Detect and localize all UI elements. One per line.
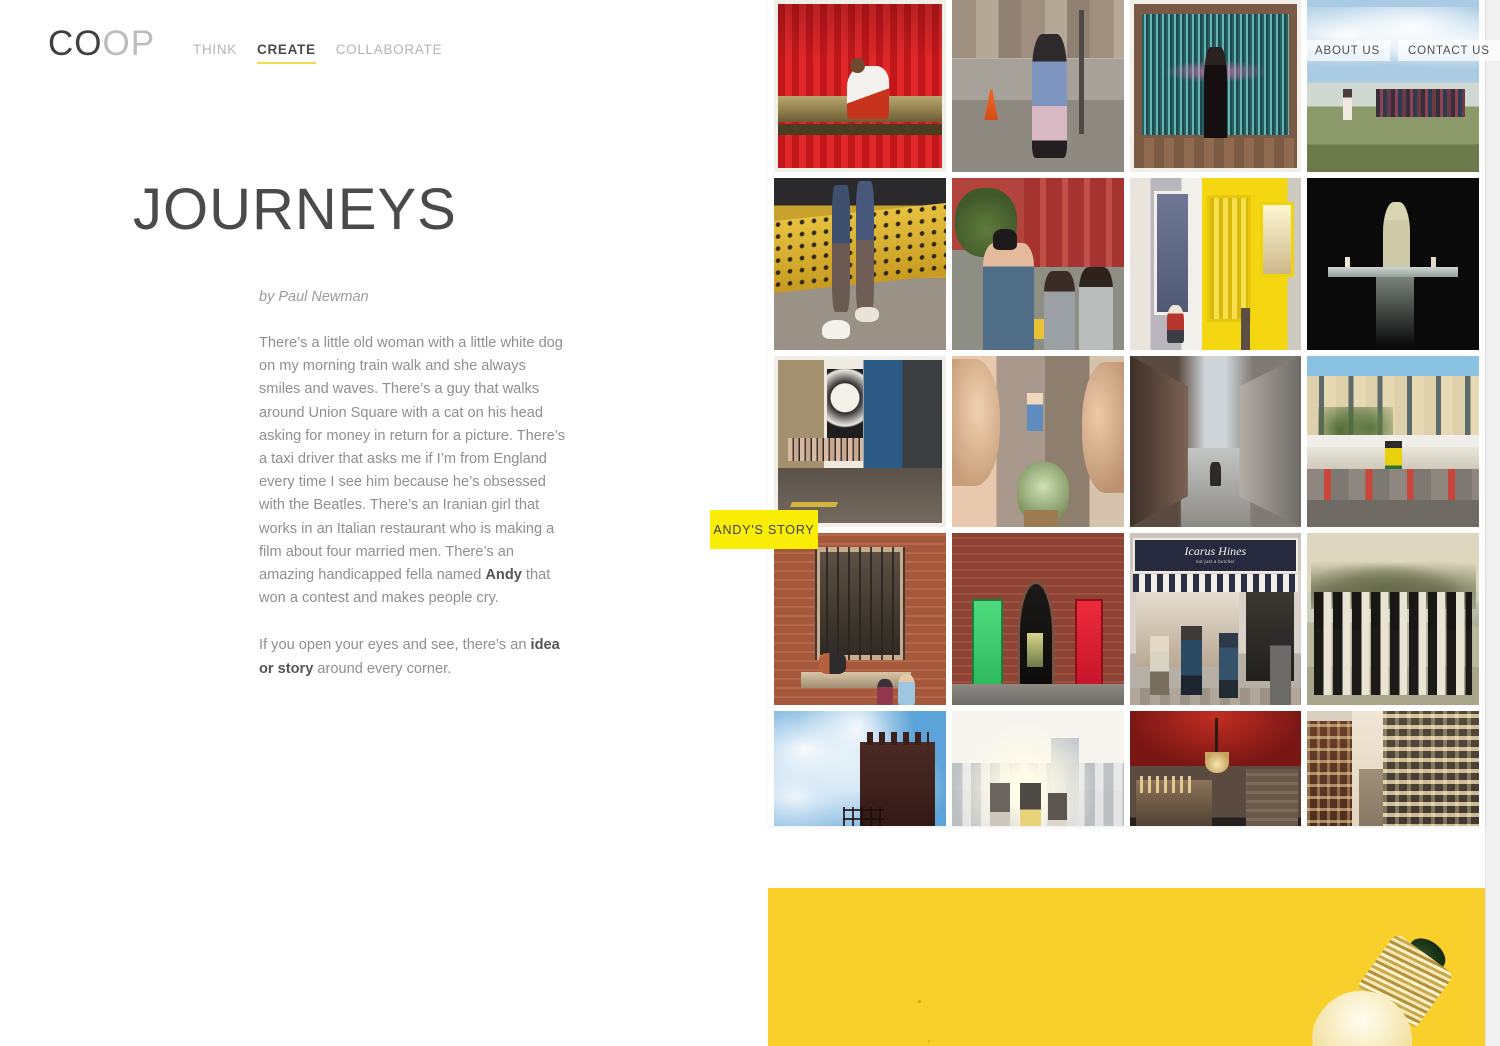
logo-part-co: CO [48, 24, 103, 63]
article-paragraph-1: There’s a little old woman with a little… [259, 332, 571, 610]
gallery-photo-7[interactable] [1129, 177, 1302, 350]
gallery-photo-1[interactable] [774, 0, 946, 172]
photo-grid: Icarus Hines not just a butcher [774, 0, 1479, 826]
article-byline: by Paul Newman [259, 288, 369, 305]
article-body: There’s a little old woman with a little… [259, 332, 571, 681]
gallery-photo-4[interactable] [1307, 0, 1479, 172]
gallery-photo-10[interactable] [951, 355, 1124, 528]
contact-us-button[interactable]: CONTACT US [1397, 40, 1500, 61]
shop-sign: Icarus Hines not just a butcher [1132, 538, 1298, 573]
site-logo[interactable]: COOP [48, 26, 155, 61]
lightbulb-banner [768, 888, 1485, 1046]
gallery-photo-12[interactable] [1307, 355, 1479, 528]
photo-gallery-panel: Icarus Hines not just a butcher [768, 0, 1485, 826]
gallery-photo-2[interactable] [951, 0, 1124, 172]
gallery-photo-15[interactable]: Icarus Hines not just a butcher [1129, 533, 1302, 705]
gallery-photo-9[interactable] [774, 355, 946, 528]
nav-item-collaborate[interactable]: COLLABORATE [336, 42, 442, 62]
gallery-photo-17[interactable] [774, 711, 946, 826]
gallery-photo-6[interactable] [951, 177, 1124, 350]
banner-speck [928, 1040, 930, 1042]
paragraph-2-text-b: around every corner. [313, 660, 452, 677]
paragraph-1-bold-name: Andy [485, 566, 522, 583]
paragraph-2-text-a: If you open your eyes and see, there’s a… [259, 637, 531, 654]
gallery-photo-16[interactable] [1307, 533, 1479, 705]
gallery-photo-8[interactable] [1307, 177, 1479, 350]
main-navigation: THINK CREATE COLLABORATE [193, 42, 442, 64]
article-paragraph-2: If you open your eyes and see, there’s a… [259, 634, 571, 680]
article: JOURNEYS by Paul Newman There’s a little… [133, 177, 603, 705]
gallery-photo-20[interactable] [1307, 711, 1479, 826]
gallery-photo-5[interactable] [774, 177, 946, 350]
page-right-gutter [1485, 0, 1500, 1046]
paragraph-1-text-a: There’s a little old woman with a little… [259, 334, 566, 583]
banner-speck [918, 1000, 921, 1003]
andys-story-tab[interactable]: ANDY'S STORY [710, 510, 818, 549]
lightbulb-icon [1290, 920, 1474, 1046]
shop-sign-tagline: not just a butcher [1195, 559, 1235, 565]
gallery-photo-14[interactable] [951, 533, 1124, 705]
corner-button-group: ABOUT US CONTACT US [1305, 40, 1500, 61]
gallery-photo-3[interactable] [1129, 0, 1302, 172]
logo-part-op: OP [102, 24, 156, 63]
page-title: JOURNEYS [133, 177, 457, 242]
gallery-photo-19[interactable] [1129, 711, 1302, 826]
gallery-photo-13[interactable] [774, 533, 946, 705]
nav-item-create[interactable]: CREATE [257, 42, 316, 64]
shop-sign-name: Icarus Hines [1184, 544, 1247, 559]
gallery-photo-18[interactable] [951, 711, 1124, 826]
nav-item-think[interactable]: THINK [193, 42, 237, 62]
andys-story-tab-label: ANDY'S STORY [713, 522, 815, 537]
page-root: COOP THINK CREATE COLLABORATE ABOUT US C… [0, 0, 1500, 1046]
about-us-button[interactable]: ABOUT US [1305, 40, 1390, 61]
gallery-photo-11[interactable] [1129, 355, 1302, 528]
